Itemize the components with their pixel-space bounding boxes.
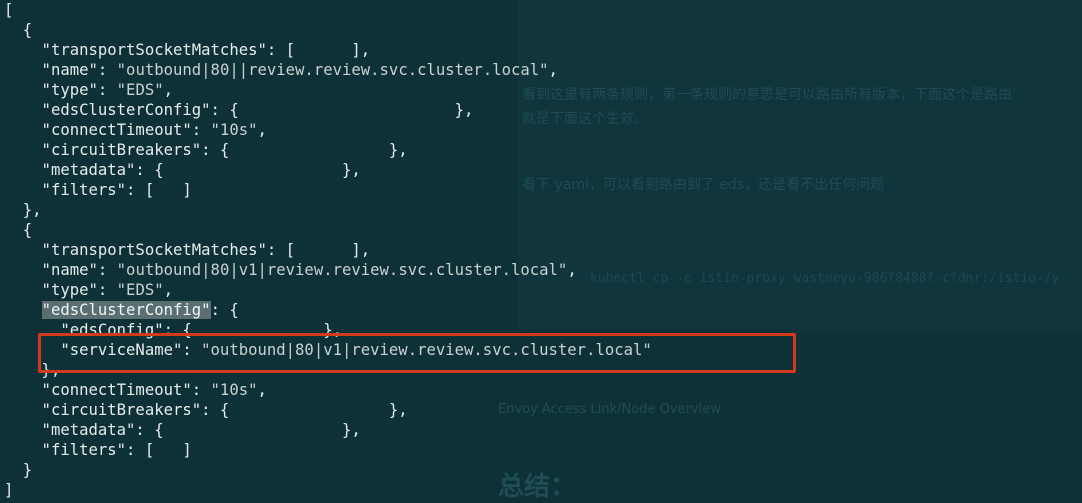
red-highlight-box	[38, 333, 796, 373]
code-line: "edsClusterConfig": {	[4, 300, 652, 320]
code-line: "circuitBreakers": { },	[4, 400, 652, 420]
code-token: "outbound|80||review.review.svc.cluster.…	[116, 61, 549, 79]
code-line: "transportSocketMatches": [ ],	[4, 40, 652, 60]
code-token: "connectTimeout":	[4, 121, 211, 139]
code-line: [	[4, 0, 652, 20]
code-token: "circuitBreakers": { },	[4, 141, 408, 159]
code-token: ,	[163, 81, 174, 99]
code-token: ,	[257, 381, 267, 399]
terminal-json-output: [ { "transportSocketMatches": [ ], "name…	[4, 0, 652, 500]
code-line: "filters": [ ]	[4, 440, 652, 460]
code-token: "filters": [ ]	[4, 441, 192, 459]
code-line: {	[4, 220, 652, 240]
code-token: },	[4, 201, 42, 219]
code-line: "transportSocketMatches": [ ],	[4, 240, 652, 260]
code-token: "connectTimeout":	[4, 381, 211, 399]
code-token: "type":	[4, 281, 117, 299]
code-token: {	[4, 21, 33, 39]
code-line: "connectTimeout": "10s",	[4, 120, 652, 140]
code-token: "name":	[4, 61, 117, 79]
code-line: "name": "outbound|80||review.review.svc.…	[4, 60, 652, 80]
code-token: ]	[4, 481, 14, 499]
code-line: {	[4, 20, 652, 40]
code-line: "name": "outbound|80|v1|review.review.sv…	[4, 260, 652, 280]
code-line: "metadata": { },	[4, 420, 652, 440]
code-line: "filters": [ ]	[4, 180, 652, 200]
code-token: "transportSocketMatches": [ ],	[4, 241, 371, 259]
code-token: "10s"	[210, 121, 258, 139]
code-token: "EDS"	[116, 81, 164, 99]
code-line: "type": "EDS",	[4, 280, 652, 300]
code-token: "filters": [ ]	[4, 181, 192, 199]
code-line: "type": "EDS",	[4, 80, 652, 100]
code-line: "connectTimeout": "10s",	[4, 380, 652, 400]
code-line: "metadata": { },	[4, 160, 652, 180]
code-token: ,	[163, 281, 174, 299]
code-token: "metadata": { },	[4, 421, 361, 439]
code-line: },	[4, 200, 652, 220]
ghost-command: kubectl cp -c istio-proxy wastmeyu-986f8…	[590, 271, 1060, 286]
code-line: "edsClusterConfig": { },	[4, 100, 652, 120]
code-line: ]	[4, 480, 652, 500]
code-token: "metadata": { },	[4, 161, 361, 179]
code-token: "circuitBreakers": { },	[4, 401, 408, 419]
selected-key: "edsClusterConfig"	[41, 301, 211, 319]
code-token: "10s"	[210, 381, 258, 399]
code-token: "type":	[4, 81, 117, 99]
code-token: ,	[257, 121, 267, 139]
code-token: ,	[567, 261, 577, 279]
code-token: "transportSocketMatches": [ ],	[4, 41, 371, 59]
code-token: {	[4, 221, 33, 239]
code-token: [	[4, 1, 14, 19]
code-token: : {	[210, 301, 239, 319]
code-token: "EDS"	[116, 281, 164, 299]
code-token: "edsClusterConfig": { },	[4, 101, 474, 119]
code-token: "name":	[4, 261, 117, 279]
code-token: ,	[548, 61, 558, 79]
code-token: }	[4, 461, 33, 479]
code-token: "outbound|80|v1|review.review.svc.cluste…	[116, 261, 568, 279]
code-line: }	[4, 460, 652, 480]
code-line: "circuitBreakers": { },	[4, 140, 652, 160]
